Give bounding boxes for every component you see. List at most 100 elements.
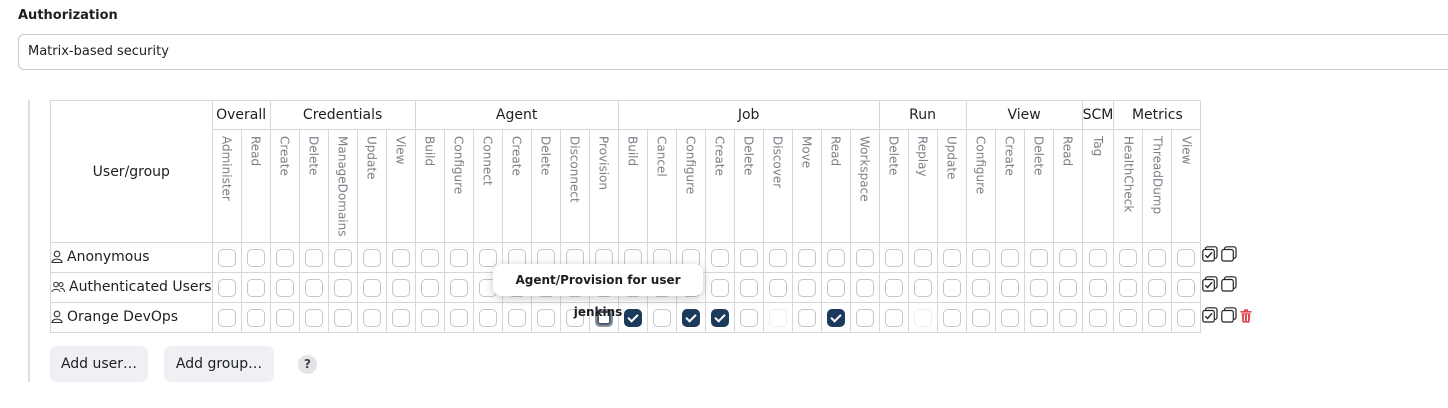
add-user-button[interactable]: Add user… bbox=[50, 346, 148, 382]
permission-checkbox[interactable] bbox=[768, 308, 787, 327]
permission-cell bbox=[994, 242, 1025, 273]
permission-checkbox[interactable] bbox=[449, 308, 468, 327]
permission-checkbox[interactable] bbox=[1029, 308, 1048, 327]
permission-checkbox[interactable] bbox=[797, 308, 816, 327]
delete-icon[interactable] bbox=[1240, 308, 1252, 327]
permission-checkbox[interactable] bbox=[1148, 248, 1167, 267]
help-icon[interactable]: ? bbox=[298, 355, 317, 374]
permission-checkbox[interactable] bbox=[304, 278, 323, 297]
permission-checkbox[interactable] bbox=[1119, 248, 1138, 267]
permission-checkbox[interactable] bbox=[275, 248, 294, 267]
permission-checkbox[interactable] bbox=[913, 308, 932, 327]
permission-checkbox[interactable] bbox=[333, 248, 352, 267]
permission-checkbox[interactable] bbox=[275, 308, 294, 327]
permission-checkbox[interactable] bbox=[333, 278, 352, 297]
permission-checkbox[interactable] bbox=[739, 248, 758, 267]
permission-checkbox[interactable] bbox=[478, 308, 497, 327]
permission-checkbox[interactable] bbox=[1088, 308, 1107, 327]
permission-checkbox[interactable] bbox=[739, 308, 758, 327]
permission-checkbox[interactable] bbox=[942, 248, 961, 267]
permission-checkbox[interactable] bbox=[1177, 278, 1196, 297]
permission-checkbox[interactable] bbox=[536, 308, 555, 327]
permission-checkbox[interactable] bbox=[478, 248, 497, 267]
permission-checkbox[interactable] bbox=[623, 308, 642, 327]
permission-checkbox[interactable] bbox=[855, 248, 874, 267]
select-all-icon[interactable] bbox=[1202, 307, 1218, 327]
permission-checkbox[interactable] bbox=[768, 248, 787, 267]
permission-checkbox[interactable] bbox=[1000, 278, 1019, 297]
permission-checkbox[interactable] bbox=[1119, 308, 1138, 327]
permission-checkbox[interactable] bbox=[362, 278, 381, 297]
permission-checkbox[interactable] bbox=[1177, 308, 1196, 327]
permission-checkbox[interactable] bbox=[913, 278, 932, 297]
unselect-all-icon[interactable] bbox=[1221, 307, 1237, 327]
permission-checkbox[interactable] bbox=[275, 278, 294, 297]
permission-checkbox[interactable] bbox=[449, 248, 468, 267]
permission-checkbox[interactable] bbox=[1088, 278, 1107, 297]
permission-checkbox[interactable] bbox=[826, 248, 845, 267]
permission-checkbox[interactable] bbox=[768, 278, 787, 297]
permission-checkbox[interactable] bbox=[1058, 248, 1077, 267]
permission-checkbox[interactable] bbox=[855, 278, 874, 297]
permission-checkbox[interactable] bbox=[942, 278, 961, 297]
permission-checkbox[interactable] bbox=[884, 278, 903, 297]
permission-checkbox[interactable] bbox=[1148, 278, 1167, 297]
unselect-all-icon[interactable] bbox=[1221, 276, 1237, 296]
permission-checkbox[interactable] bbox=[826, 278, 845, 297]
permission-checkbox[interactable] bbox=[1119, 278, 1138, 297]
permission-checkbox[interactable] bbox=[391, 248, 410, 267]
authorization-strategy-select[interactable]: Matrix-based security bbox=[18, 34, 1448, 70]
permission-checkbox[interactable] bbox=[1029, 278, 1048, 297]
unselect-all-icon[interactable] bbox=[1221, 246, 1237, 266]
permission-checkbox[interactable] bbox=[304, 248, 323, 267]
permission-checkbox[interactable] bbox=[362, 248, 381, 267]
permission-checkbox[interactable] bbox=[1000, 248, 1019, 267]
permission-checkbox[interactable] bbox=[710, 308, 729, 327]
permission-checkbox[interactable] bbox=[942, 308, 961, 327]
permission-checkbox[interactable] bbox=[652, 308, 671, 327]
permission-checkbox[interactable] bbox=[217, 278, 236, 297]
permission-checkbox[interactable] bbox=[681, 308, 700, 327]
permission-checkbox[interactable] bbox=[1088, 248, 1107, 267]
permission-checkbox[interactable] bbox=[246, 308, 265, 327]
permission-checkbox[interactable] bbox=[1058, 308, 1077, 327]
permission-checkbox[interactable] bbox=[971, 278, 990, 297]
permission-checkbox[interactable] bbox=[710, 248, 729, 267]
permission-checkbox[interactable] bbox=[449, 278, 468, 297]
permission-checkbox[interactable] bbox=[304, 308, 323, 327]
select-all-icon[interactable] bbox=[1202, 276, 1218, 296]
permission-checkbox[interactable] bbox=[333, 308, 352, 327]
permission-checkbox[interactable] bbox=[1058, 278, 1077, 297]
permission-checkbox[interactable] bbox=[420, 278, 439, 297]
permission-checkbox[interactable] bbox=[1177, 248, 1196, 267]
permission-checkbox[interactable] bbox=[507, 308, 526, 327]
permission-checkbox[interactable] bbox=[884, 308, 903, 327]
permission-checkbox[interactable] bbox=[420, 248, 439, 267]
permission-checkbox[interactable] bbox=[420, 308, 439, 327]
permission-checkbox[interactable] bbox=[797, 248, 816, 267]
permission-checkbox[interactable] bbox=[391, 308, 410, 327]
permission-checkbox[interactable] bbox=[217, 248, 236, 267]
permission-checkbox[interactable] bbox=[217, 308, 236, 327]
permission-checkbox[interactable] bbox=[797, 278, 816, 297]
select-all-icon[interactable] bbox=[1202, 246, 1218, 266]
add-group-button[interactable]: Add group… bbox=[164, 346, 274, 382]
permission-header: ManageDomains bbox=[327, 129, 358, 243]
permission-checkbox[interactable] bbox=[1000, 308, 1019, 327]
permission-checkbox[interactable] bbox=[246, 248, 265, 267]
permission-checkbox[interactable] bbox=[362, 308, 381, 327]
permission-checkbox[interactable] bbox=[971, 308, 990, 327]
permission-cell bbox=[385, 302, 416, 333]
permission-checkbox[interactable] bbox=[884, 248, 903, 267]
permission-checkbox[interactable] bbox=[246, 278, 265, 297]
permission-checkbox[interactable] bbox=[1029, 248, 1048, 267]
permission-checkbox[interactable] bbox=[710, 278, 729, 297]
permission-checkbox[interactable] bbox=[855, 308, 874, 327]
permission-checkbox[interactable] bbox=[391, 278, 410, 297]
permission-cell bbox=[298, 242, 329, 273]
permission-checkbox[interactable] bbox=[739, 278, 758, 297]
permission-checkbox[interactable] bbox=[826, 308, 845, 327]
permission-checkbox[interactable] bbox=[913, 248, 932, 267]
permission-checkbox[interactable] bbox=[1148, 308, 1167, 327]
permission-checkbox[interactable] bbox=[971, 248, 990, 267]
